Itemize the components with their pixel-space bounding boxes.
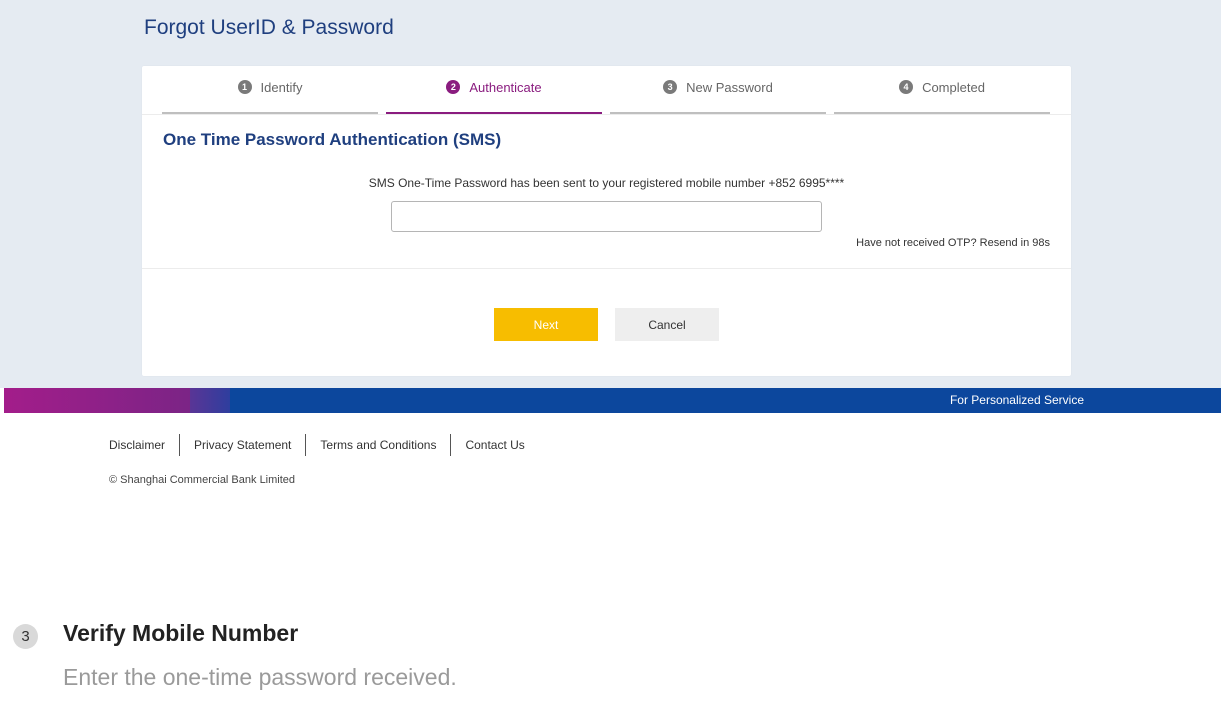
personalized-service-link[interactable]: For Personalized Service bbox=[950, 393, 1084, 407]
step-new-password: 3 New Password bbox=[610, 66, 826, 115]
disclaimer-link[interactable]: Disclaimer bbox=[109, 434, 179, 456]
service-banner: For Personalized Service bbox=[4, 388, 1221, 413]
form-card: 1 Identify 2 Authenticate 3 New Password… bbox=[142, 66, 1071, 376]
step-number-badge: 3 bbox=[663, 80, 678, 94]
step-progress: 1 Identify 2 Authenticate 3 New Password… bbox=[162, 66, 1050, 115]
step-number-badge: 1 bbox=[237, 80, 252, 94]
step-label: Completed bbox=[922, 79, 985, 95]
caption-step-number: 3 bbox=[13, 624, 38, 649]
contact-us-link[interactable]: Contact Us bbox=[450, 434, 538, 456]
step-label: New Password bbox=[686, 79, 773, 95]
caption-title: Verify Mobile Number bbox=[63, 620, 299, 646]
next-button[interactable]: Next bbox=[494, 308, 598, 341]
footer-links: Disclaimer Privacy Statement Terms and C… bbox=[109, 434, 539, 456]
step-authenticate: 2 Authenticate bbox=[386, 66, 602, 115]
page-title: Forgot UserID & Password bbox=[144, 16, 394, 39]
otp-input[interactable] bbox=[391, 201, 822, 232]
step-label: Identify bbox=[260, 79, 303, 95]
resend-otp-link[interactable]: Have not received OTP? Resend in 98s bbox=[856, 237, 1050, 249]
page-background: Forgot UserID & Password 1 Identify 2 Au… bbox=[0, 0, 1221, 388]
privacy-statement-link[interactable]: Privacy Statement bbox=[179, 434, 305, 456]
caption-description: Enter the one-time password received. bbox=[63, 664, 457, 690]
section-title: One Time Password Authentication (SMS) bbox=[163, 130, 502, 149]
step-label: Authenticate bbox=[469, 79, 542, 95]
divider bbox=[142, 114, 1071, 115]
sms-sent-message: SMS One-Time Password has been sent to y… bbox=[368, 176, 845, 190]
step-completed: 4 Completed bbox=[834, 66, 1050, 115]
divider bbox=[142, 268, 1071, 269]
step-identify: 1 Identify bbox=[162, 66, 378, 115]
terms-link[interactable]: Terms and Conditions bbox=[305, 434, 450, 456]
step-number-badge: 2 bbox=[446, 80, 461, 94]
cancel-button[interactable]: Cancel bbox=[615, 308, 719, 341]
copyright: © Shanghai Commercial Bank Limited bbox=[109, 474, 296, 486]
step-number-badge: 4 bbox=[899, 80, 914, 94]
